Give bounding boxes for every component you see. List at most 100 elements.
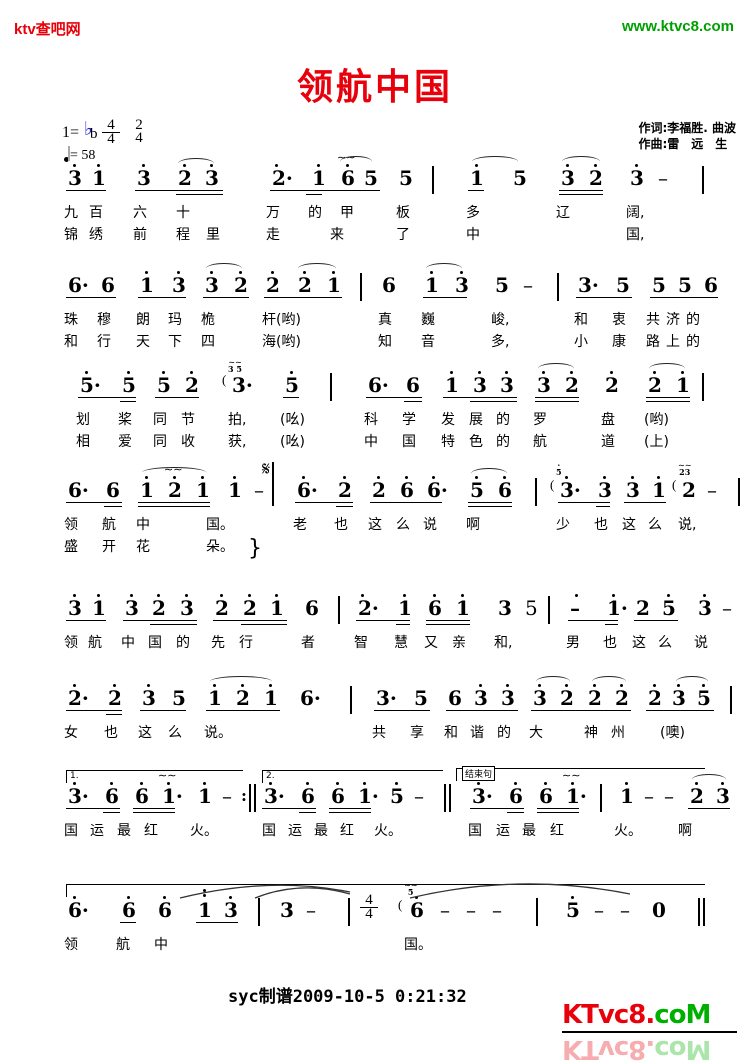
notes-row: 5· 5 5 2 ∼∼ 3 5 ( 3· 5 6· 6 1 3 3 3 2 2 …	[0, 358, 750, 409]
lyric: 济	[666, 312, 680, 328]
lyric: 者	[301, 635, 315, 651]
lyric: 展	[469, 412, 483, 428]
lyric: 了	[396, 227, 410, 243]
lyric: 发	[441, 412, 455, 428]
lyric: 说。	[204, 725, 232, 741]
lyric: 和	[574, 312, 588, 328]
note: 3	[137, 166, 151, 190]
lyric: 慧	[394, 635, 408, 651]
coda-label: 结束句	[462, 766, 496, 781]
note: 5	[513, 166, 527, 190]
note: –	[222, 784, 232, 808]
lyric: 十	[176, 205, 190, 221]
note: –	[722, 596, 732, 620]
lyric: 红	[144, 823, 158, 839]
lyric: 真	[378, 312, 392, 328]
lyric: 朵。	[206, 539, 234, 555]
lyric: 九	[64, 205, 78, 221]
note: 6	[382, 273, 396, 297]
lyric: 和	[444, 725, 458, 741]
note: 5	[399, 166, 413, 190]
note: 5	[495, 273, 509, 297]
note: 3	[598, 478, 612, 502]
lyric: 国	[262, 823, 276, 839]
note: 6	[101, 273, 115, 297]
ending-2-bracket	[262, 770, 443, 783]
note: 1	[92, 596, 106, 620]
note: 5	[414, 686, 428, 710]
note: 6	[428, 596, 442, 620]
lyric: 红	[550, 823, 564, 839]
lyric: 爱	[118, 434, 132, 450]
note: 5	[157, 373, 171, 397]
note: 3	[630, 166, 644, 190]
note: –	[664, 784, 674, 808]
note: 5	[172, 686, 186, 710]
note: 2	[615, 686, 629, 710]
key-prefix: 1=	[62, 124, 80, 141]
lyric: 运	[90, 823, 104, 839]
lyric: 知	[378, 334, 392, 350]
note: 1	[198, 784, 212, 808]
lyric: 收	[181, 434, 195, 450]
note: 2	[178, 166, 192, 190]
lyric: 中	[136, 517, 150, 533]
note: 6·	[300, 686, 321, 710]
ktvc8-logo: KTvc8.coM KTvc8.coM	[562, 1000, 737, 1064]
music-system-7: 1. 3· 6 6 1· ∼∼ 1 – : 2. 3· 6 6 1· 5 – 结…	[0, 766, 750, 842]
note: 1	[676, 373, 690, 397]
music-system-8: 6· 6 6 1 3 3 – 4 4 ∼∼ 5 ( 6 – – – 5 – – 0	[0, 881, 750, 956]
lyric: 运	[288, 823, 302, 839]
note: 6	[331, 784, 345, 808]
note: 1	[264, 686, 278, 710]
note: 3	[537, 373, 551, 397]
lyric: 中	[121, 635, 135, 651]
lyric: 峻,	[491, 312, 510, 328]
lyric: 先	[211, 635, 225, 651]
note: 3	[455, 273, 469, 297]
lyric: 的	[686, 312, 700, 328]
note: 3	[180, 596, 194, 620]
note: 6	[400, 478, 414, 502]
music-system-5: 3 1 3 2 3 2 2 1 6 2· 1 6 1 3 5 – 1· 2 5 …	[0, 594, 750, 654]
lyric: 亲	[452, 635, 466, 651]
lyric: 运	[496, 823, 510, 839]
note: 6	[105, 784, 119, 808]
note: 2	[152, 596, 166, 620]
lyric: 下	[168, 334, 182, 350]
lyric: 的	[308, 205, 322, 221]
note: 3	[142, 686, 156, 710]
ending-1-bracket	[66, 770, 243, 783]
note: 2	[648, 686, 662, 710]
note: 2	[168, 478, 182, 502]
lyrics-row-verse1: 领 航 中 国 的 先 行 者 智 慧 又 亲 和, 男 也 这 么 说	[0, 632, 750, 654]
lyric: 巍	[421, 312, 435, 328]
note: 1	[652, 478, 666, 502]
logo-reflection: KTvc8.coM	[562, 1034, 711, 1064]
lyric: 板	[396, 205, 410, 221]
time-signature-2: 2 4	[130, 118, 148, 146]
notes-row: 6· 6 1 3 3 2 2 2 1 6 1 3 5 – 3· 5 5 5 6	[0, 263, 750, 309]
phrase-slur-icon	[179, 883, 631, 899]
note: 6	[301, 784, 315, 808]
lyric: 甲	[340, 205, 354, 221]
page-title: 领航中国	[296, 67, 453, 108]
lyric: 同	[153, 412, 167, 428]
note: 2	[588, 686, 602, 710]
lyric: 说	[423, 517, 437, 533]
lyric: 天	[136, 334, 150, 350]
lyric: 盘	[601, 412, 615, 428]
note: 2	[560, 686, 574, 710]
note: 5	[470, 478, 484, 502]
note: 3	[68, 166, 82, 190]
note: 1	[270, 596, 284, 620]
note: 1	[92, 166, 106, 190]
lyric: 学	[402, 412, 416, 428]
note: 3	[473, 373, 487, 397]
lyric: (噢)	[660, 725, 685, 741]
lyric: 国。	[404, 937, 432, 953]
lyric: 最	[314, 823, 328, 839]
note: 1	[456, 596, 470, 620]
note: 3·	[578, 273, 599, 297]
lyric: 特	[441, 434, 455, 450]
